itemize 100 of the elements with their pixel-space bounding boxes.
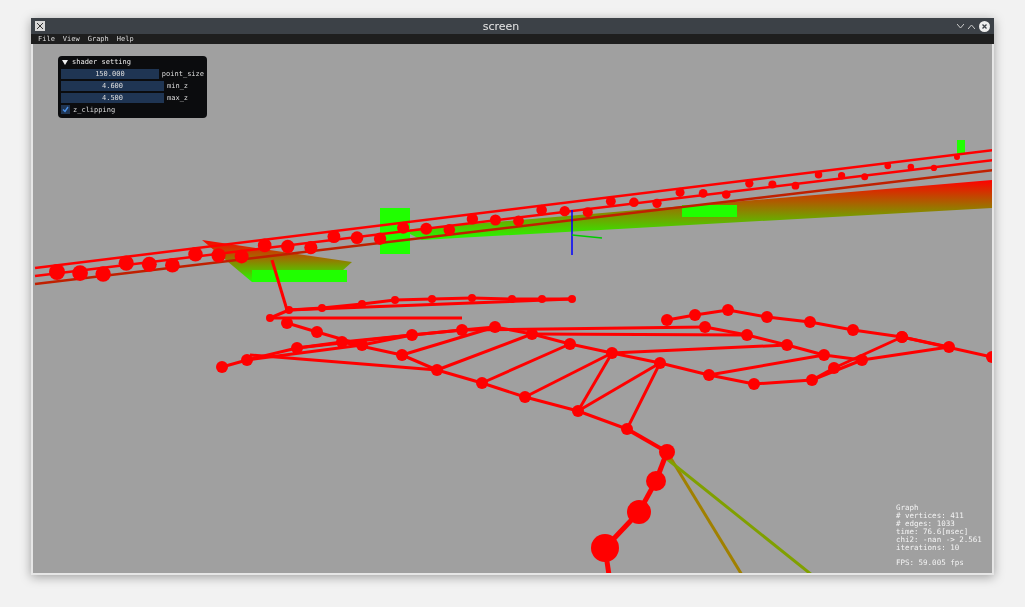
graph-node — [698, 189, 708, 198]
node-marker — [682, 205, 737, 217]
graph-node — [431, 364, 443, 376]
close-icon[interactable] — [979, 20, 990, 32]
graph-node — [373, 232, 387, 245]
graph-node — [930, 164, 938, 172]
graph-node — [741, 329, 753, 341]
graph-node — [291, 342, 303, 354]
graph-node — [703, 369, 715, 381]
graph-node — [513, 215, 524, 227]
graph-node — [141, 256, 157, 272]
graph-node — [466, 213, 479, 225]
graph-node — [847, 324, 859, 336]
graph-node — [572, 405, 584, 417]
graph-node — [605, 196, 616, 207]
graph-node — [420, 222, 433, 235]
graph-node — [428, 295, 436, 303]
graph-node — [659, 444, 675, 460]
graph-node — [661, 314, 673, 326]
graph-node — [397, 221, 410, 234]
graph-node — [350, 231, 364, 244]
minimize-icon[interactable] — [957, 23, 964, 29]
graph-node — [72, 265, 88, 281]
graph-node — [216, 361, 228, 373]
graph-node — [722, 304, 734, 316]
graph-node — [986, 351, 992, 363]
graph-node — [234, 249, 249, 264]
graph-node — [241, 354, 253, 366]
graph-node — [468, 294, 476, 302]
graph-node — [391, 296, 399, 304]
graph-node — [318, 304, 326, 312]
graph-node — [281, 239, 295, 254]
graph-node — [304, 240, 318, 255]
graph-node — [818, 349, 830, 361]
graph-node — [606, 347, 618, 359]
graph-node — [745, 179, 754, 188]
maximize-icon[interactable] — [968, 23, 975, 29]
graph-node — [211, 248, 226, 263]
graph-node — [791, 181, 800, 190]
graph-node — [646, 471, 666, 491]
graph-node — [489, 321, 501, 333]
graph-node — [582, 207, 593, 218]
graph-node — [591, 534, 619, 562]
graph-node — [536, 204, 547, 216]
graph-node — [654, 357, 666, 369]
graph-node — [526, 328, 538, 340]
graph-node — [188, 247, 203, 262]
graph-node — [356, 339, 368, 351]
graph-node — [675, 187, 685, 197]
graph-node — [748, 378, 760, 390]
graph-node — [165, 257, 180, 273]
graph-node — [721, 190, 731, 199]
axis-gizmo-icon — [571, 209, 603, 256]
graph-node — [627, 500, 651, 524]
graph-node — [954, 154, 960, 160]
graph-node — [489, 214, 502, 226]
graph-node — [443, 224, 456, 236]
graph-node — [568, 295, 576, 303]
graph-node — [907, 163, 915, 171]
graph-node — [327, 230, 341, 244]
graph-node — [559, 205, 570, 217]
node-marker — [957, 140, 965, 154]
graph-node — [266, 314, 274, 322]
graph-node — [49, 264, 65, 280]
graph-node — [281, 317, 293, 329]
graph-node — [456, 324, 468, 336]
graph-node — [564, 338, 576, 350]
graph-node — [118, 255, 134, 271]
graph-node — [257, 238, 272, 253]
graph-node — [761, 311, 773, 323]
graph-node — [508, 295, 516, 303]
graph-node — [806, 374, 818, 386]
graph-node — [699, 321, 711, 333]
graph-node — [519, 391, 531, 403]
graph-node — [781, 339, 793, 351]
graph-node — [652, 198, 662, 208]
graph-node — [837, 172, 846, 180]
graph-node — [856, 354, 868, 366]
checkbox[interactable] — [61, 105, 70, 114]
graph-node — [621, 423, 633, 435]
graph-node — [396, 349, 408, 361]
graph-node — [285, 306, 293, 314]
collapse-triangle-icon[interactable] — [62, 59, 68, 65]
graph-node — [861, 173, 869, 181]
graph-node — [814, 170, 823, 179]
graph-node — [689, 309, 701, 321]
graph-node — [884, 162, 892, 170]
graph-node — [629, 197, 639, 208]
graph-node — [768, 180, 777, 189]
graph-node — [943, 341, 955, 353]
graph-node — [336, 336, 348, 348]
graph-node — [311, 326, 323, 338]
graph-node — [476, 377, 488, 389]
window-title: screen — [481, 19, 521, 33]
app-icon — [35, 21, 45, 31]
graph-node — [95, 266, 111, 282]
graph-node — [358, 300, 366, 308]
graph-node — [538, 295, 546, 303]
graph-node — [828, 362, 840, 374]
graph-node — [406, 329, 418, 341]
